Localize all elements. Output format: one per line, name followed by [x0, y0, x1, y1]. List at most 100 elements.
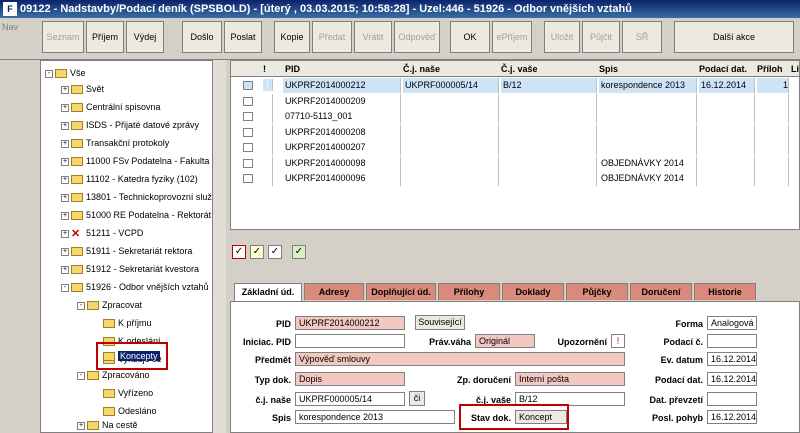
tree-item-13801[interactable]: +13801 - Technickoprovozní služ [61, 189, 212, 205]
tab-zakladni-ud[interactable]: Základní úd. [234, 283, 302, 301]
predat-button[interactable]: Předat [312, 21, 352, 53]
row-checkbox[interactable] [243, 174, 253, 183]
tree-item-transakcni-protokoly[interactable]: + Transakční protokoly [61, 135, 169, 151]
table-row[interactable]: UKPRF2014000098 OBJEDNÁVKY 2014 [231, 155, 799, 171]
table-row[interactable]: UKPRF2014000096 OBJEDNÁVKY 2014 [231, 171, 799, 186]
expand-toggle[interactable]: + [61, 211, 69, 220]
expand-toggle[interactable]: + [61, 265, 69, 274]
tree-item-51211[interactable]: + ✕ 51211 - VCPD [61, 225, 143, 241]
col-excl[interactable]: ! [263, 61, 266, 77]
predmet-field[interactable]: Výpověď smlouvy [295, 352, 625, 366]
podaci-c-field[interactable] [707, 334, 757, 348]
tree-item-11000[interactable]: +11000 FSv Podatelna - Fakulta st [61, 153, 219, 169]
expand-toggle[interactable]: + [61, 121, 69, 130]
expand-toggle[interactable]: + [61, 85, 69, 94]
collapse-toggle[interactable]: - [45, 69, 53, 78]
row-checkbox[interactable] [243, 158, 253, 168]
ulozit-button[interactable]: Uložit [544, 21, 580, 53]
tab-historie[interactable]: Historie [694, 283, 756, 300]
vratit-button[interactable]: Vrátit [354, 21, 392, 53]
expand-toggle[interactable]: + [61, 193, 69, 202]
tree-item-vyrizeno[interactable]: Vyřízeno [103, 385, 153, 401]
row-checkbox[interactable] [243, 96, 253, 106]
ok-button[interactable]: OK [450, 21, 490, 53]
table-row[interactable]: UKPRF2014000208 [231, 124, 799, 140]
eprijem-button[interactable]: ePříjem [492, 21, 532, 53]
typ-dok-field[interactable]: Dopis [295, 372, 405, 386]
tree-item-51000[interactable]: +51000 RE Podatelna - Rektorát [61, 207, 211, 223]
row-checkbox[interactable] [243, 112, 253, 121]
dat-prevzeti-field[interactable] [707, 392, 757, 406]
expand-toggle[interactable]: + [61, 229, 69, 238]
col-prilohy[interactable]: Příloh [757, 61, 783, 77]
tree-item-51912[interactable]: +51912 - Sekretariát kvestora [61, 261, 199, 277]
ev-datum-field[interactable]: 16.12.2014 [707, 352, 757, 366]
tree-item-vse[interactable]: - Vše [45, 65, 86, 81]
expand-toggle[interactable]: + [61, 247, 69, 256]
tab-doplnujici-ud[interactable]: Doplňující úd. [366, 283, 436, 300]
cj-nase-field[interactable]: UKPRF000005/14 [295, 392, 405, 406]
col-cj-vase[interactable]: Č.j. vaše [501, 61, 538, 77]
seznam-button[interactable]: Seznam [42, 21, 84, 53]
row-checkbox[interactable] [243, 143, 253, 152]
iniciac-pid-field[interactable] [295, 334, 405, 348]
tree-item-isds[interactable]: + ISDS - Přijaté datové zprávy [61, 117, 199, 133]
souvisejici-button[interactable]: Související [415, 315, 465, 330]
prav-vaha-field[interactable]: Originál [475, 334, 535, 348]
tab-pujcky[interactable]: Půjčky [566, 283, 628, 300]
tree-item-51911[interactable]: +51911 - Sekretariát rektora [61, 243, 192, 259]
row-checkbox[interactable] [243, 127, 253, 137]
cell-podaci-dat [699, 155, 755, 171]
tree-item-zpracovat[interactable]: - Zpracovat [77, 297, 142, 313]
poslat-button[interactable]: Poslat [224, 21, 262, 53]
expand-toggle[interactable]: + [77, 421, 85, 430]
expand-toggle[interactable]: + [61, 157, 69, 166]
tab-doklady[interactable]: Doklady [502, 283, 564, 300]
tree-item-11102[interactable]: +11102 - Katedra fyziky (102) [61, 171, 198, 187]
sr-button[interactable]: SŘ [622, 21, 662, 53]
prijem-button[interactable]: Příjem [86, 21, 124, 53]
tree-item-k-prijmu[interactable]: K příjmu [103, 315, 152, 331]
upozorneni-icon[interactable]: ! [611, 334, 625, 348]
podaci-dat-field[interactable]: 16.12.2014 [707, 372, 757, 386]
checkbox-red[interactable]: ✓ [232, 245, 246, 259]
col-lis[interactable]: Lis [791, 61, 799, 77]
col-podaci-dat[interactable]: Podací dat. [699, 61, 747, 77]
expand-toggle[interactable]: + [61, 139, 69, 148]
col-spis[interactable]: Spis [599, 61, 618, 77]
tab-prilohy[interactable]: Přílohy [438, 283, 500, 300]
vydej-button[interactable]: Výdej [126, 21, 164, 53]
col-cj-nase[interactable]: Č.j. naše [403, 61, 440, 77]
odpoved-button[interactable]: Odpověď [394, 21, 440, 53]
tree-item-na-ceste[interactable]: + Na cestě [77, 417, 138, 432]
pujcit-button[interactable]: Půjčit [582, 21, 620, 53]
expand-toggle[interactable]: + [61, 103, 69, 112]
tree-item-centralni-spisovna[interactable]: + Centrální spisovna [61, 99, 161, 115]
collapse-toggle[interactable]: - [77, 371, 85, 380]
checkbox-white[interactable]: ✓ [268, 245, 282, 259]
dalsi-akce-button[interactable]: Další akce [674, 21, 794, 53]
kopie-button[interactable]: Kopie [274, 21, 310, 53]
table-row[interactable]: 07710-5113_001 [231, 109, 799, 124]
tree-item-svet[interactable]: + Svět [61, 81, 104, 97]
table-row[interactable]: UKPRF2014000209 [231, 93, 799, 109]
pid-field[interactable]: UKPRF2014000212 [295, 316, 405, 330]
table-row[interactable]: UKPRF2014000207 [231, 140, 799, 155]
tab-adresy[interactable]: Adresy [304, 283, 364, 300]
collapse-toggle[interactable]: - [61, 283, 69, 292]
row-checkbox[interactable] [243, 81, 253, 90]
tree-scrollbar[interactable] [212, 60, 226, 433]
table-row[interactable]: ! UKPRF2014000212 UKPRF000005/14 B/12 koresp… [231, 78, 799, 93]
expand-toggle[interactable]: + [61, 175, 69, 184]
doslo-button[interactable]: Došlo [182, 21, 222, 53]
nav-button[interactable]: Nav [2, 22, 32, 36]
checkbox-yellow[interactable]: ✓ [250, 245, 264, 259]
collapse-toggle[interactable]: - [77, 301, 85, 310]
zp-doruceni-field[interactable]: Interní pošta [515, 372, 625, 386]
posl-pohyb-field[interactable]: 16.12.2014 [707, 410, 757, 424]
checkbox-green[interactable]: ✓ [292, 245, 306, 259]
tree-item-51926[interactable]: - 51926 - Odbor vnějších vztahů [61, 279, 209, 295]
col-pid[interactable]: PID [285, 61, 300, 77]
tab-doruceni[interactable]: Doručení [630, 283, 692, 300]
forma-field[interactable]: Analogová [707, 316, 757, 330]
